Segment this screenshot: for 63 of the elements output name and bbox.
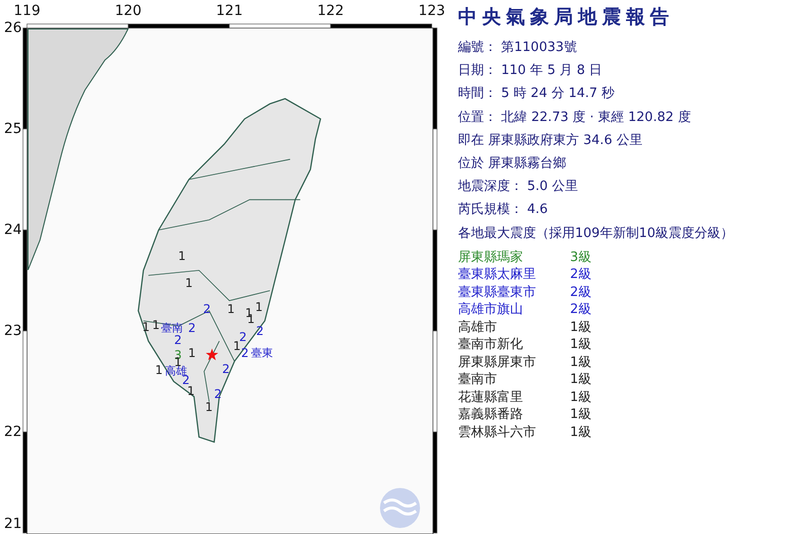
report-line: 日期： 110 年 5 月 8 日: [458, 62, 604, 80]
station-name: 臺東縣臺東市: [458, 284, 537, 302]
latitude-label: 26: [4, 20, 22, 36]
report-line: 即在 屏東縣政府東方 34.6 公里: [458, 132, 644, 150]
report-line: 編號： 第110033號: [458, 39, 578, 57]
station-name: 高雄市旗山: [458, 301, 524, 319]
station-name: 高雄市: [458, 318, 498, 336]
intensity-marker: 1: [178, 250, 186, 262]
intensity-marker: 1: [205, 401, 213, 413]
intensity-marker: 1: [142, 321, 150, 333]
report-line: 位於 屏東縣霧台鄉: [458, 155, 568, 174]
intensity-level: 1級: [570, 406, 592, 424]
intensity-marker: 1: [188, 347, 196, 359]
longitude-label: 121: [216, 3, 243, 19]
station-name: 屏東縣瑪家: [458, 248, 524, 266]
intensity-marker: 1: [185, 277, 193, 289]
report-line: 時間： 5 時 24 分 14.7 秒: [458, 85, 616, 104]
station-name: 嘉義縣番路: [458, 406, 524, 424]
intensity-level: 2級: [570, 266, 592, 284]
longitude-label: 119: [14, 3, 40, 19]
station-name: 花蓮縣富里: [458, 388, 524, 406]
latitude-label: 24: [4, 222, 22, 238]
intensity-level: 2級: [570, 301, 592, 319]
report-line: 各地最大震度（採用109年新制10級震度分級）: [458, 224, 734, 243]
report-line: 地震深度： 5.0 公里: [458, 178, 579, 196]
place-label: 臺南: [161, 320, 183, 335]
station-name: 臺南市: [458, 371, 498, 389]
intensity-level: 1級: [570, 388, 592, 406]
epicenter-star-icon: [206, 348, 218, 360]
station-name: 臺南市新化: [458, 336, 524, 354]
report-title: 中央氣象局地震報告: [458, 5, 675, 30]
intensity-level: 1級: [570, 336, 592, 354]
intensity-marker: 1: [227, 303, 235, 315]
intensity-marker: 2: [188, 322, 196, 334]
station-name: 臺東縣太麻里: [458, 266, 537, 284]
longitude-label: 123: [418, 3, 446, 19]
intensity-marker: 1: [255, 301, 263, 313]
intensity-level: 3級: [570, 248, 592, 266]
intensity-level: 1級: [570, 318, 592, 336]
report-line: 位置： 北緯 22.73 度 · 東經 120.82 度: [458, 108, 692, 127]
station-name: 屏東縣屏東市: [458, 354, 537, 372]
longitude-label: 122: [317, 3, 344, 19]
intensity-level: 1級: [570, 424, 592, 442]
intensity-marker: 2: [174, 334, 182, 346]
latitude-label: 21: [4, 516, 22, 532]
report-line: 芮氏規模： 4.6: [458, 201, 549, 220]
intensity-level: 1級: [570, 371, 592, 389]
intensity-marker: 1: [155, 364, 163, 376]
intensity-marker: 2: [256, 325, 264, 337]
intensity-marker: 2: [241, 347, 249, 359]
station-name: 雲林縣斗六市: [458, 424, 537, 442]
wave-logo-icon: [380, 488, 420, 528]
place-label: 臺東: [251, 346, 273, 360]
latitude-label: 23: [4, 323, 22, 339]
longitude-label: 120: [114, 3, 142, 19]
intensity-level: 2級: [570, 284, 592, 302]
latitude-label: 25: [4, 121, 22, 137]
intensity-marker: 2: [214, 388, 222, 400]
intensity-level: 1級: [570, 354, 592, 372]
intensity-marker: 2: [239, 331, 247, 343]
intensity-marker: 1: [233, 340, 241, 352]
latitude-label: 22: [4, 424, 22, 440]
intensity-marker: 2: [222, 363, 230, 375]
